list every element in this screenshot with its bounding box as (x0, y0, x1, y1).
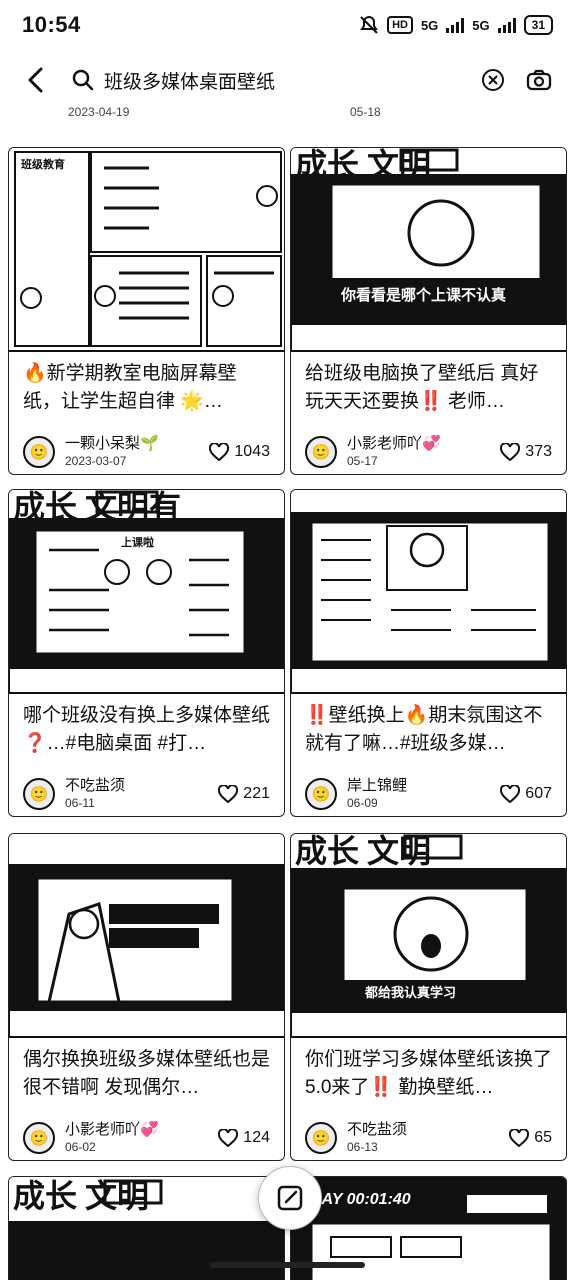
like-count: 1043 (234, 443, 270, 460)
avatar[interactable]: 🙂 (23, 778, 55, 810)
cover-caption: 上课啦 (121, 537, 154, 549)
cover-banner: 成长 文明 (295, 834, 432, 869)
author-name[interactable]: 不吃盐须 (65, 777, 218, 795)
note-title: 你们班学习多媒体壁纸该换了5.0来了‼️ 勤换壁纸… (305, 1049, 553, 1098)
note-cover-image: 班级教育 (9, 148, 284, 352)
note-meta: 🙂 不吃盐须 06-13 65 (291, 1110, 566, 1160)
heart-icon (218, 1129, 239, 1147)
previous-right-date: 05-18 (350, 105, 381, 119)
note-cover-image: 成长 文明 都给我认真学习 (291, 834, 566, 1038)
author-name[interactable]: 小影老师吖💞 (65, 1121, 218, 1139)
author-name[interactable]: 一颗小呆梨🌱 (65, 435, 209, 453)
search-query: 班级多媒体桌面壁纸 (104, 71, 276, 93)
like-button[interactable]: 1043 (209, 443, 270, 461)
compose-button[interactable] (258, 1166, 322, 1230)
battery-icon: 31 (523, 15, 553, 35)
status-icons: HD 5G 5G 31 (359, 15, 553, 35)
like-count: 124 (243, 1129, 270, 1146)
post-date: 06-13 (347, 1140, 378, 1154)
heart-icon (509, 1129, 530, 1147)
author-name[interactable]: 岸上锦鲤 (347, 777, 500, 795)
search-input[interactable]: 班级多媒体桌面壁纸 (72, 60, 475, 100)
note-meta: 🙂 一颗小呆梨🌱 2023-03-07 1043 (9, 424, 284, 474)
cover-banner: 成长 文明有 (13, 490, 182, 525)
cover-caption: 都给我认真学习 (365, 985, 457, 1000)
post-date: 06-11 (65, 796, 95, 810)
note-meta: 🙂 小影老师吖💞 06-02 124 (9, 1110, 284, 1160)
status-time: 10:54 (22, 12, 81, 37)
home-indicator[interactable] (210, 1262, 365, 1268)
image-search-button[interactable] (521, 62, 557, 98)
close-icon (482, 69, 504, 91)
chevron-left-icon (28, 67, 43, 93)
like-count: 607 (525, 785, 552, 802)
edit-icon (277, 1185, 303, 1211)
like-count: 373 (525, 443, 552, 460)
avatar[interactable]: 🙂 (305, 1122, 337, 1154)
avatar[interactable]: 🙂 (23, 1122, 55, 1154)
note-cover-image: 成长 文明 你看看是哪个上课不认真 (291, 148, 566, 352)
note-title: 偶尔换换班级多媒体壁纸也是很不错啊 发现偶尔… (23, 1049, 271, 1098)
note-card[interactable]: 成长 文明 你看看是哪个上课不认真 给班级电脑换了壁纸后 真好玩天天还要换‼️ … (290, 147, 567, 475)
clear-search-button[interactable] (475, 62, 511, 98)
avatar[interactable]: 🙂 (305, 778, 337, 810)
note-title: ‼️壁纸换上🔥期末氛围这不就有了嘛…#班级多媒… (305, 705, 543, 754)
previous-row-partial: 2023-04-19 05-18 (0, 105, 575, 123)
heart-icon (500, 785, 521, 803)
post-date: 06-09 (347, 796, 378, 810)
status-bar: 10:54 HD 5G 5G 31 (0, 0, 575, 50)
camera-icon (526, 69, 552, 91)
heart-icon (218, 785, 239, 803)
like-button[interactable]: 221 (218, 785, 270, 803)
author-name[interactable]: 不吃盐须 (347, 1121, 509, 1139)
cover-banner: 成长 文明 (295, 148, 432, 183)
hd-badge: HD (387, 16, 413, 34)
note-title: 给班级电脑换了壁纸后 真好玩天天还要换‼️ 老师… (305, 363, 539, 412)
avatar[interactable]: 🙂 (305, 436, 337, 468)
like-button[interactable]: 607 (500, 785, 552, 803)
post-date: 06-02 (65, 1140, 96, 1154)
post-date: 2023-03-07 (65, 454, 127, 468)
like-button[interactable]: 124 (218, 1129, 270, 1147)
like-button[interactable]: 373 (500, 443, 552, 461)
cover-caption: 你看看是哪个上课不认真 (341, 287, 507, 304)
like-count: 221 (243, 785, 270, 802)
signal-2-icon (497, 17, 516, 33)
note-card[interactable]: 班级教育 🔥新学期教室电脑屏幕壁纸，让学生超自律 🌟… 🙂 一颗小呆梨🌱 202… (8, 147, 285, 475)
heart-icon (500, 443, 521, 461)
back-button[interactable] (18, 62, 54, 98)
avatar[interactable]: 🙂 (23, 436, 55, 468)
heart-icon (209, 443, 230, 461)
network-1-label: 5G (420, 17, 439, 33)
author-name[interactable]: 小影老师吖💞 (347, 435, 500, 453)
note-cover-image (291, 490, 566, 694)
note-cover-image (9, 834, 284, 1038)
note-card[interactable]: 成长 文明 都给我认真学习 你们班学习多媒体壁纸该换了5.0来了‼️ 勤换壁纸…… (290, 833, 567, 1161)
cover-caption: 班级教育 (21, 159, 65, 171)
mute-bell-icon (360, 15, 378, 34)
previous-left-date: 2023-04-19 (68, 105, 130, 119)
cover-banner: 成长 文明 (13, 1178, 150, 1214)
note-card[interactable]: 偶尔换换班级多媒体壁纸也是很不错啊 发现偶尔… 🙂 小影老师吖💞 06-02 1… (8, 833, 285, 1161)
network-2-label: 5G (472, 17, 490, 33)
note-card[interactable]: ‼️壁纸换上🔥期末氛围这不就有了嘛…#班级多媒… 🙂 岸上锦鲤 06-09 60… (290, 489, 567, 817)
note-meta: 🙂 岸上锦鲤 06-09 607 (291, 766, 566, 816)
note-title: 哪个班级没有换上多媒体壁纸❓…#电脑桌面 #打… (23, 705, 271, 754)
note-card[interactable]: 成长 文明有 上课啦 哪个班级没有换上多媒体壁纸❓…#电脑桌面 #打… 🙂 不吃… (8, 489, 285, 817)
like-button[interactable]: 65 (509, 1129, 552, 1147)
like-count: 65 (534, 1129, 552, 1146)
signal-1-icon (446, 17, 465, 33)
note-cover-image: 成长 文明有 上课啦 (9, 490, 284, 694)
search-icon (72, 69, 94, 91)
search-bar: 班级多媒体桌面壁纸 (0, 55, 575, 105)
post-date: 05-17 (347, 454, 378, 468)
note-title: 🔥新学期教室电脑屏幕壁纸，让学生超自律 🌟… (23, 363, 237, 412)
note-meta: 🙂 小影老师吖💞 05-17 373 (291, 424, 566, 474)
note-meta: 🙂 不吃盐须 06-11 221 (9, 766, 284, 816)
